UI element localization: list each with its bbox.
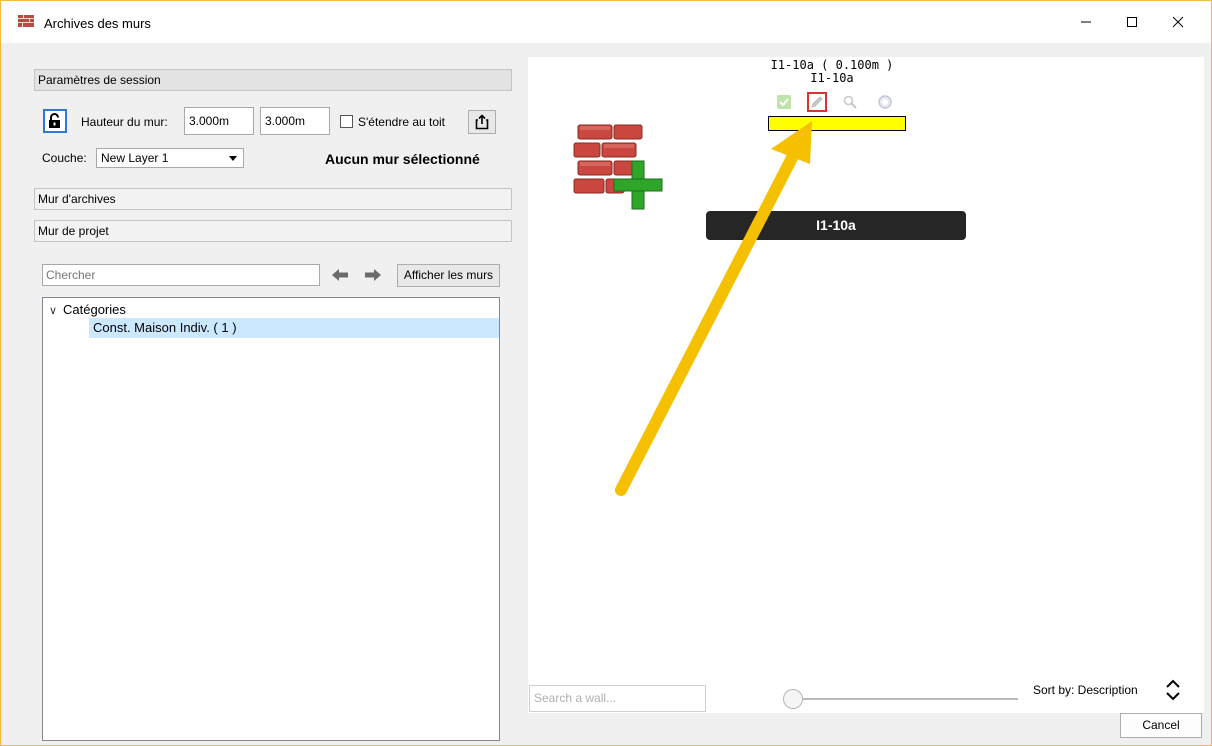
wall-preview-panel: I1-10a ( 0.100m ) I1-10a I1-10a [528, 57, 1204, 713]
category-tree: ∨ Catégories Const. Maison Indiv. ( 1 ) [42, 297, 500, 741]
zoom-slider-track[interactable] [794, 698, 1018, 700]
circle-icon[interactable] [875, 92, 895, 112]
project-wall-header[interactable]: Mur de projet [34, 220, 512, 242]
close-button[interactable] [1155, 1, 1201, 43]
check-icon[interactable] [774, 92, 794, 112]
chevron-down-icon[interactable]: ∨ [49, 304, 63, 317]
layer-select[interactable]: New Layer 1 [96, 148, 244, 168]
close-icon [1172, 16, 1184, 28]
wall-height-input-2[interactable]: 3.000m [260, 107, 330, 135]
sort-up-down-icon[interactable] [1163, 678, 1183, 702]
pencil-edit-icon[interactable] [807, 92, 827, 112]
window-title: Archives des murs [44, 16, 151, 31]
wall-title-line-2: I1-10a [810, 71, 854, 85]
wall-height-input-1[interactable]: 3.000m [184, 107, 254, 135]
extend-roof-label: S'étendre au toit [358, 115, 446, 129]
padlock-open-icon [49, 113, 60, 128]
wall-height-label: Hauteur du mur: [81, 115, 168, 129]
search-wall-input[interactable]: Search a wall... [529, 685, 706, 712]
left-panel: Paramètres de session Hauteur du mur: 3.… [34, 69, 512, 741]
lock-toggle-button[interactable] [43, 109, 67, 133]
tree-item-selected[interactable]: Const. Maison Indiv. ( 1 ) [89, 318, 499, 338]
wall-thickness-bar [768, 116, 906, 131]
category-search-input[interactable]: Chercher [42, 264, 320, 286]
layer-label: Couche: [42, 151, 87, 165]
share-button[interactable] [468, 110, 496, 134]
wall-action-icons [774, 92, 904, 112]
zoom-slider-handle[interactable] [783, 689, 803, 709]
archive-walls-window: Archives des murs Paramètres de session … [0, 0, 1212, 746]
magnifier-icon[interactable] [840, 92, 860, 112]
sort-label[interactable]: Sort by: Description [1033, 683, 1138, 697]
chevron-down-icon [229, 156, 237, 161]
minimize-button[interactable] [1063, 1, 1109, 43]
brick-app-icon [18, 13, 34, 29]
cancel-button[interactable]: Cancel [1120, 713, 1202, 738]
layer-select-value: New Layer 1 [101, 151, 169, 165]
extend-roof-checkbox[interactable] [340, 115, 353, 128]
selection-status: Aucun mur sélectionné [325, 151, 480, 167]
maximize-button[interactable] [1109, 1, 1155, 43]
tree-root-categories[interactable]: ∨ Catégories [49, 302, 126, 317]
show-walls-button[interactable]: Afficher les murs [397, 264, 500, 287]
archive-wall-header[interactable]: Mur d'archives [34, 188, 512, 210]
title-bar: Archives des murs [1, 1, 1211, 43]
tree-root-label: Catégories [63, 302, 126, 317]
arrow-right-icon[interactable] [364, 268, 382, 282]
minimize-icon [1081, 21, 1091, 23]
maximize-icon [1127, 17, 1137, 27]
share-export-icon [475, 114, 489, 130]
wall-title: I1-10a ( 0.100m ) I1-10a [768, 59, 896, 85]
session-settings-header[interactable]: Paramètres de session [34, 69, 512, 91]
brick-wall-add-icon [572, 121, 672, 213]
wall-name-pill: I1-10a [706, 211, 966, 240]
arrow-left-icon[interactable] [331, 268, 349, 282]
